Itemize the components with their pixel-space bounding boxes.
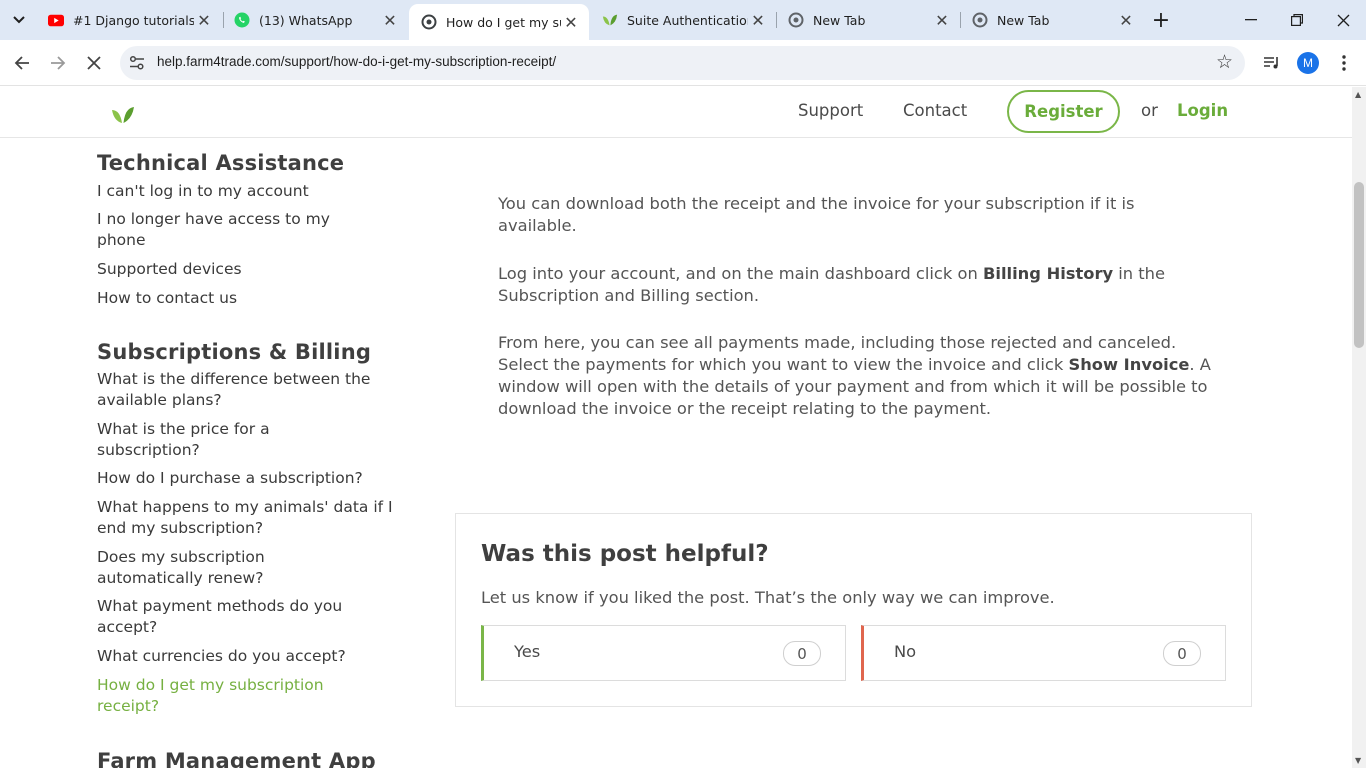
vote-yes-button[interactable]: Yes 0 <box>481 625 846 681</box>
sidebar-link[interactable]: How to contact us <box>97 288 397 309</box>
browser-tab-active[interactable]: How do I get my sub ✕ <box>409 4 589 40</box>
article-paragraph: From here, you can see all payments made… <box>498 332 1218 420</box>
new-tab-plus-icon[interactable]: + <box>1148 8 1174 33</box>
whatsapp-icon <box>234 12 250 28</box>
media-controls-icon[interactable] <box>1261 52 1283 74</box>
vote-yes-label: Yes <box>514 642 541 661</box>
browser-tab[interactable]: Suite Authentication - ✕ <box>590 0 776 40</box>
web-page: Support Contact Register or Login Techni… <box>0 87 1352 768</box>
stop-loading-icon[interactable] <box>80 49 108 77</box>
sidebar-link[interactable]: What is the difference between the avail… <box>97 369 397 411</box>
tab-title: How do I get my sub <box>446 14 561 30</box>
close-tab-icon[interactable]: ✕ <box>748 10 768 30</box>
site-header: Support Contact Register or Login <box>0 87 1352 138</box>
youtube-icon <box>48 12 64 28</box>
nav-contact-link[interactable]: Contact <box>903 101 967 120</box>
browser-tab[interactable]: New Tab ✕ <box>960 0 1144 40</box>
minimize-icon[interactable] <box>1228 6 1274 34</box>
vote-no-count: 0 <box>1163 641 1201 666</box>
sidebar-link[interactable]: Does my subscription automatically renew… <box>97 547 347 589</box>
browser-tab[interactable]: #1 Django tutorials | V ✕ <box>36 0 222 40</box>
sidebar-link[interactable]: What currencies do you accept? <box>97 646 397 667</box>
close-tab-icon[interactable]: ✕ <box>561 12 581 32</box>
tab-title: Suite Authentication - <box>627 12 748 28</box>
browser-menu-kebab-icon[interactable] <box>1333 52 1355 74</box>
browser-tab[interactable]: (13) WhatsApp ✕ <box>222 0 408 40</box>
article-text: Log into your account, and on the main d… <box>498 264 983 283</box>
sidebar-link[interactable]: What payment methods do you accept? <box>97 596 372 638</box>
close-tab-icon[interactable]: ✕ <box>194 10 214 30</box>
tab-title: New Tab <box>997 12 1050 28</box>
browser-tab[interactable]: New Tab ✕ <box>776 0 960 40</box>
site-icon <box>421 14 437 30</box>
feedback-title: Was this post helpful? <box>481 541 769 567</box>
feedback-box: Was this post helpful? Let us know if yo… <box>455 513 1252 707</box>
close-tab-icon[interactable]: ✕ <box>1116 10 1136 30</box>
sidebar-link[interactable]: What happens to my animals' data if I en… <box>97 497 397 539</box>
close-window-icon[interactable] <box>1320 6 1366 34</box>
back-arrow-icon[interactable] <box>8 49 36 77</box>
tab-title: #1 Django tutorials | V <box>73 12 194 28</box>
tab-title: New Tab <box>813 12 866 28</box>
login-link[interactable]: Login <box>1177 101 1228 120</box>
page-scrollbar[interactable]: ▲ ▼ <box>1352 87 1366 768</box>
browser-toolbar: help.farm4trade.com/support/how-do-i-get… <box>0 40 1366 86</box>
article-paragraph: You can download both the receipt and th… <box>498 194 1135 235</box>
forward-arrow-icon[interactable] <box>44 49 72 77</box>
bookmark-star-icon[interactable]: ☆ <box>1216 51 1233 73</box>
sidebar-link-current[interactable]: How do I get my subscription receipt? <box>97 675 357 717</box>
sidebar-heading-technical-assistance: Technical Assistance <box>97 151 345 175</box>
vote-no-label: No <box>894 642 917 661</box>
farm4trade-logo-icon[interactable] <box>111 106 135 128</box>
billing-history-emphasis: Billing History <box>982 264 1114 283</box>
scroll-up-arrow-icon[interactable]: ▲ <box>1355 90 1361 99</box>
chrome-icon <box>788 12 804 28</box>
scrollbar-thumb[interactable] <box>1354 182 1364 348</box>
sidebar-link[interactable]: I no longer have access to my phone <box>97 209 367 251</box>
browser-tab-bar: #1 Django tutorials | V ✕ (13) WhatsApp … <box>0 0 1366 40</box>
sidebar-heading-subscriptions-billing: Subscriptions & Billing <box>97 340 372 364</box>
profile-avatar[interactable]: M <box>1297 52 1319 74</box>
scroll-down-arrow-icon[interactable]: ▼ <box>1355 756 1361 765</box>
restore-window-icon[interactable] <box>1274 6 1320 34</box>
tab-title: (13) WhatsApp <box>259 12 353 28</box>
show-invoice-emphasis: Show Invoice <box>1068 355 1190 374</box>
close-tab-icon[interactable]: ✕ <box>932 10 952 30</box>
farm4trade-leaf-icon <box>602 12 618 28</box>
chrome-icon <box>972 12 988 28</box>
vote-no-button[interactable]: No 0 <box>861 625 1226 681</box>
vote-yes-count: 0 <box>783 641 821 666</box>
close-tab-icon[interactable]: ✕ <box>380 10 400 30</box>
nav-support-link[interactable]: Support <box>798 101 863 120</box>
url-text: help.farm4trade.com/support/how-do-i-get… <box>157 54 557 69</box>
site-settings-tune-icon[interactable] <box>128 54 146 72</box>
or-text: or <box>1141 101 1158 120</box>
sidebar-link[interactable]: What is the price for a subscription? <box>97 419 337 461</box>
sidebar-heading-farm-management-app: Farm Management App <box>97 749 376 768</box>
register-button[interactable]: Register <box>1007 90 1120 133</box>
feedback-subtitle: Let us know if you liked the post. That’… <box>481 588 1055 607</box>
tab-search-chevron-icon[interactable] <box>6 8 32 32</box>
sidebar-link[interactable]: How do I purchase a subscription? <box>97 468 397 489</box>
sidebar-link[interactable]: Supported devices <box>97 259 397 280</box>
article-paragraph: Log into your account, and on the main d… <box>498 263 1218 307</box>
sidebar-link[interactable]: I can't log in to my account <box>97 181 397 202</box>
address-bar[interactable]: help.farm4trade.com/support/how-do-i-get… <box>120 46 1245 80</box>
